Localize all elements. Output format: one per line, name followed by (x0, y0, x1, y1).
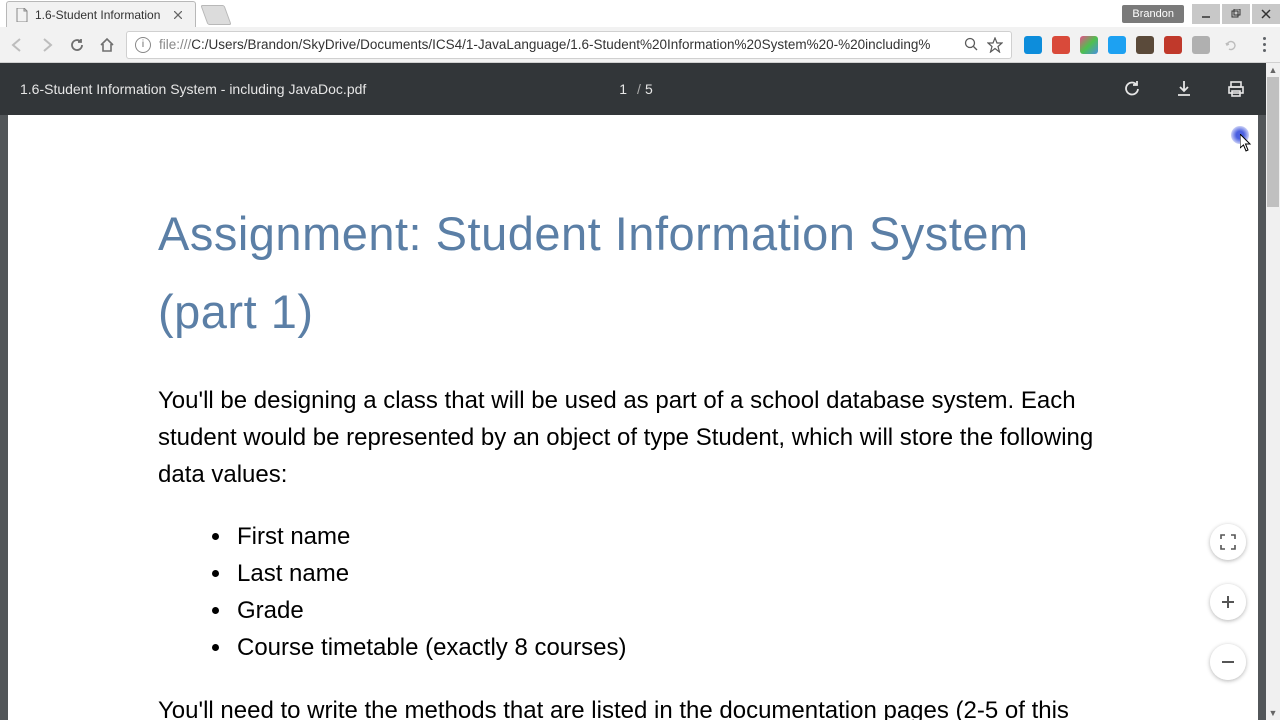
page-indicator[interactable]: 1 / 5 (613, 79, 652, 99)
browser-tab[interactable]: 1.6-Student Information (6, 1, 196, 27)
user-badge[interactable]: Brandon (1122, 5, 1184, 23)
pdf-page: Assignment: Student Information System (… (8, 115, 1258, 720)
scroll-thumb[interactable] (1267, 77, 1279, 207)
site-info-icon[interactable]: i (135, 37, 151, 53)
doc-paragraph: You'll be designing a class that will be… (158, 382, 1108, 494)
scroll-down-arrow[interactable]: ▼ (1266, 706, 1280, 720)
scroll-up-arrow[interactable]: ▲ (1266, 63, 1280, 77)
tab-title: 1.6-Student Information (35, 8, 165, 22)
new-tab-button[interactable] (200, 5, 231, 25)
vertical-scrollbar[interactable]: ▲ ▼ (1266, 63, 1280, 720)
pdf-viewport[interactable]: Assignment: Student Information System (… (0, 115, 1266, 720)
url-text: file:///C:/Users/Brandon/SkyDrive/Docume… (159, 37, 955, 52)
list-item: First name (233, 518, 1108, 555)
cursor-highlight (1231, 126, 1249, 144)
close-window-button[interactable] (1252, 4, 1280, 24)
list-item: Grade (233, 592, 1108, 629)
reload-button[interactable] (66, 34, 88, 56)
address-bar[interactable]: i file:///C:/Users/Brandon/SkyDrive/Docu… (126, 31, 1012, 59)
ublock-icon[interactable] (1164, 36, 1182, 54)
minimize-button[interactable] (1192, 4, 1220, 24)
twitter-icon[interactable] (1108, 36, 1126, 54)
fit-page-button[interactable] (1210, 524, 1246, 560)
list-item: Last name (233, 555, 1108, 592)
close-tab-button[interactable] (171, 8, 185, 22)
undo-icon[interactable] (1220, 34, 1242, 56)
extension-icons (1020, 34, 1246, 56)
zoom-out-button[interactable] (1210, 644, 1246, 680)
print-button[interactable] (1226, 79, 1246, 99)
forward-button[interactable] (36, 34, 58, 56)
rotate-button[interactable] (1122, 79, 1142, 99)
doc-paragraph: You'll need to write the methods that ar… (158, 692, 1108, 720)
chrome-menu-button[interactable] (1254, 33, 1274, 56)
zoom-indicator-icon[interactable] (963, 37, 979, 53)
download-button[interactable] (1174, 79, 1194, 99)
back-button[interactable] (6, 34, 28, 56)
ext-crown-icon[interactable] (1136, 36, 1154, 54)
doc-title: Assignment: Student Information System (… (158, 195, 1108, 350)
ext-multi-icon[interactable] (1080, 36, 1098, 54)
ext-red-icon[interactable] (1052, 36, 1070, 54)
tweetdeck-icon[interactable] (1024, 36, 1042, 54)
pdf-filename: 1.6-Student Information System - includi… (20, 81, 366, 97)
maximize-button[interactable] (1222, 4, 1250, 24)
zoom-in-button[interactable] (1210, 584, 1246, 620)
file-icon (15, 8, 29, 22)
doc-list: First name Last name Grade Course timeta… (158, 518, 1108, 667)
bookmark-star-icon[interactable] (987, 37, 1003, 53)
home-button[interactable] (96, 34, 118, 56)
list-item: Course timetable (exactly 8 courses) (233, 629, 1108, 666)
ext-gray-icon[interactable] (1192, 36, 1210, 54)
scroll-track[interactable] (1266, 77, 1280, 706)
